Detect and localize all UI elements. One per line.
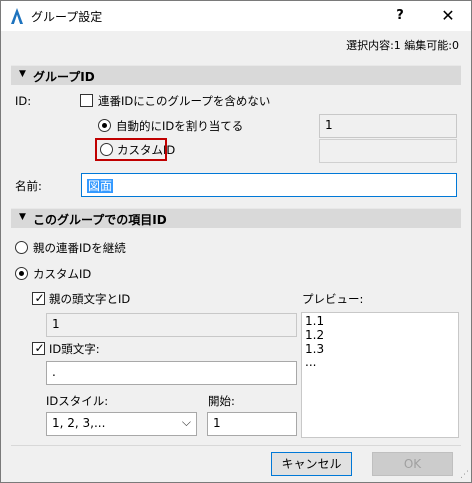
preview-line: 1.2 bbox=[305, 328, 325, 342]
name-value: 図面 bbox=[87, 179, 114, 193]
section-title: このグループでの項目ID bbox=[33, 213, 167, 227]
inherit-sequence-label: 親の連番IDを継続 bbox=[33, 241, 126, 255]
custom-id-highlight bbox=[95, 138, 167, 161]
auto-id-radio[interactable] bbox=[98, 119, 111, 132]
section-header-item-id[interactable]: ▼ このグループでの項目ID bbox=[11, 208, 461, 228]
start-label: 開始: bbox=[208, 394, 235, 408]
start-input[interactable]: 1 bbox=[207, 412, 297, 436]
selection-info: 選択内容:1 編集可能:0 bbox=[346, 39, 459, 52]
auto-id-label: 自動的にIDを割り当てる bbox=[116, 119, 244, 133]
close-button[interactable]: ✕ bbox=[425, 1, 471, 31]
preview-line: 1.1 bbox=[305, 314, 325, 328]
item-custom-id-radio[interactable] bbox=[15, 267, 28, 280]
preview-line: 1.3 bbox=[305, 342, 325, 356]
preview-label: プレビュー: bbox=[302, 292, 364, 306]
auto-id-value: 1 bbox=[319, 114, 457, 138]
footer-divider bbox=[11, 445, 461, 446]
help-button[interactable]: ? bbox=[377, 1, 423, 31]
resize-grip-icon[interactable]: ⋰ bbox=[460, 470, 469, 480]
check-icon: ✓ bbox=[34, 341, 45, 355]
dialog-window: グループ設定 ? ✕ 選択内容:1 編集可能:0 ▼ グループID ID: 連番… bbox=[0, 0, 472, 483]
section-title: グループID bbox=[33, 70, 95, 84]
inherit-sequence-radio[interactable] bbox=[15, 241, 28, 254]
id-style-value: 1, 2, 3,... bbox=[52, 416, 106, 430]
parent-prefix-value: 1 bbox=[46, 313, 297, 337]
item-custom-id-label: カスタムID bbox=[33, 267, 92, 281]
exclude-sequence-label: 連番IDにこのグループを含めない bbox=[98, 94, 271, 108]
id-prefix-label: ID頭文字: bbox=[49, 342, 100, 356]
chevron-down-icon: ⌵ bbox=[181, 415, 191, 429]
id-label: ID: bbox=[15, 94, 32, 108]
triangle-down-icon: ▼ bbox=[19, 212, 26, 222]
id-prefix-checkbox[interactable]: ✓ bbox=[32, 341, 45, 355]
custom-id-field[interactable] bbox=[319, 139, 457, 163]
parent-prefix-checkbox[interactable]: ✓ bbox=[32, 291, 45, 305]
exclude-sequence-checkbox[interactable] bbox=[80, 94, 93, 107]
name-input[interactable]: 図面 bbox=[81, 173, 457, 197]
cancel-button[interactable]: キャンセル bbox=[271, 452, 352, 476]
name-label: 名前: bbox=[15, 179, 42, 193]
triangle-down-icon: ▼ bbox=[19, 69, 26, 79]
id-prefix-input[interactable]: . bbox=[46, 361, 297, 385]
archicad-logo-icon bbox=[11, 8, 23, 24]
parent-prefix-label: 親の頭文字とID bbox=[49, 292, 131, 306]
preview-line: ... bbox=[305, 355, 317, 369]
ok-button[interactable]: OK bbox=[372, 452, 453, 476]
title-bar[interactable]: グループ設定 ? ✕ bbox=[1, 1, 471, 31]
check-icon: ✓ bbox=[34, 291, 45, 305]
id-style-dropdown[interactable]: 1, 2, 3,... ⌵ bbox=[46, 412, 197, 436]
preview-box: 1.1 1.2 1.3 ... bbox=[301, 312, 459, 438]
window-title: グループ設定 bbox=[31, 10, 103, 24]
section-header-group-id[interactable]: ▼ グループID bbox=[11, 65, 461, 85]
id-style-label: IDスタイル: bbox=[46, 394, 109, 408]
